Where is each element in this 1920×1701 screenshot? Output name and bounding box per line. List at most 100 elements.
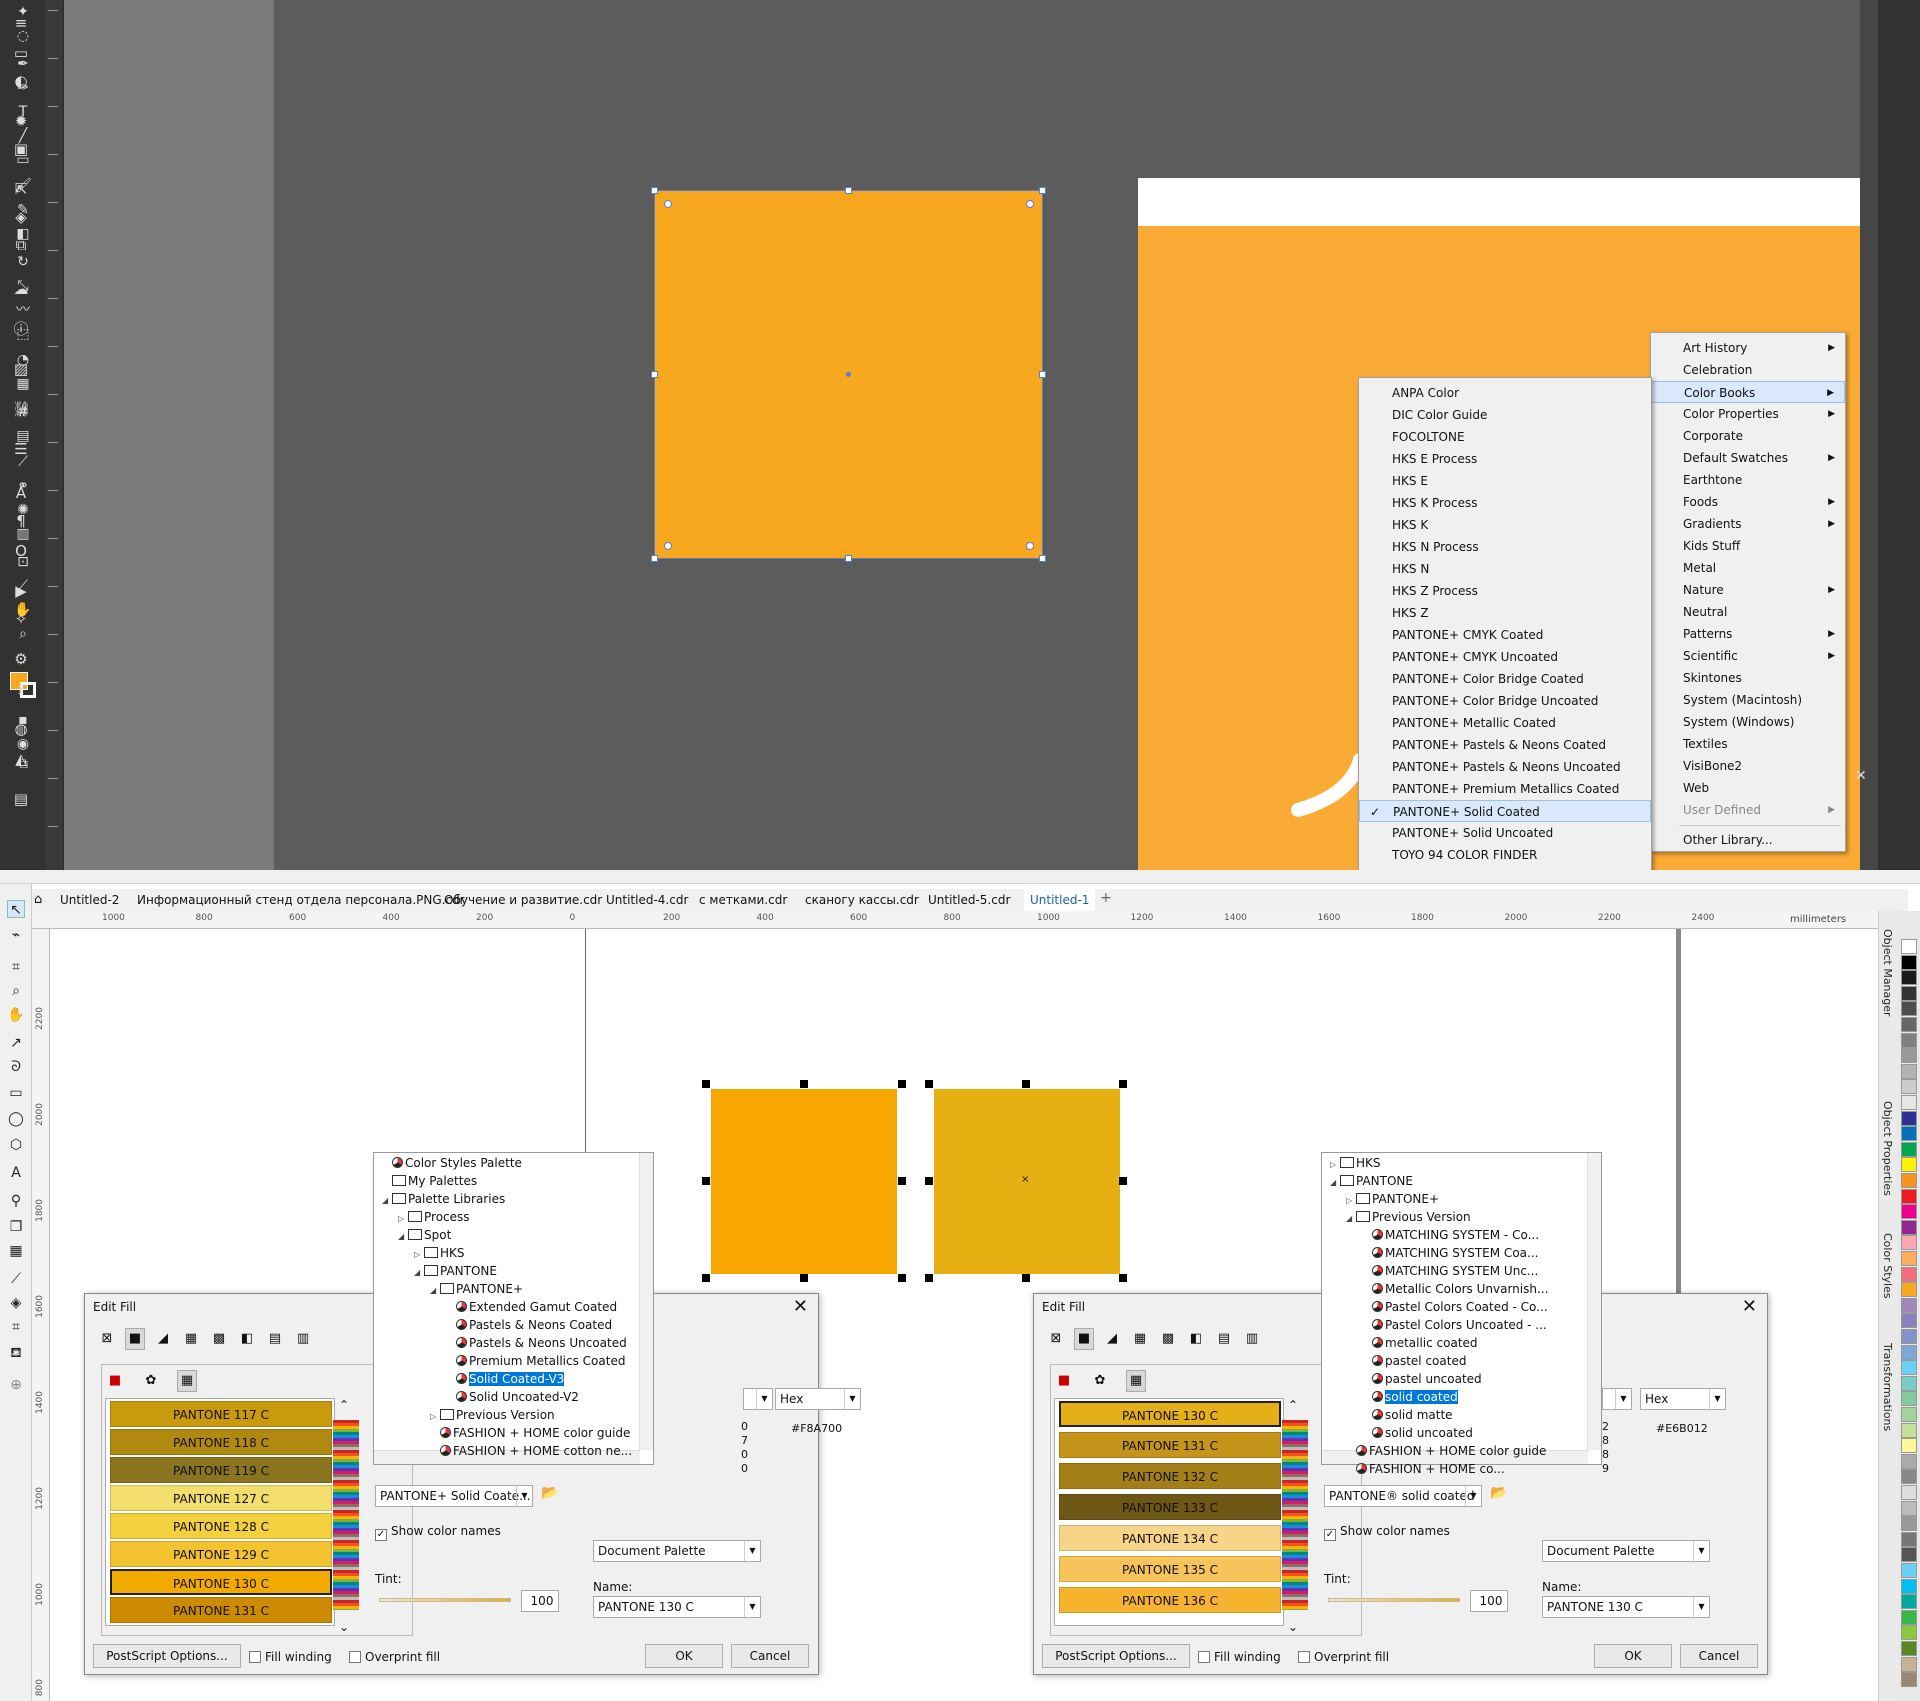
palette-swatch[interactable] bbox=[1901, 1469, 1917, 1485]
link-icon[interactable]: ⛓ bbox=[12, 400, 31, 418]
tree-node[interactable]: ▷ HKS bbox=[1330, 1154, 1381, 1172]
color-book-item[interactable]: HKS E bbox=[1359, 470, 1651, 492]
palette-swatch[interactable] bbox=[1901, 1407, 1917, 1422]
tree-node[interactable]: ◢ PANTONE+ bbox=[430, 1280, 523, 1298]
hex-value[interactable]: #E6B012 bbox=[1656, 1422, 1708, 1435]
home-icon[interactable]: ⌂ bbox=[34, 892, 42, 907]
library-menu-item[interactable]: Color Books ▶ bbox=[1651, 381, 1845, 403]
show-names-checkbox[interactable]: ✓ Show color names bbox=[375, 1524, 501, 1541]
library-menu-item[interactable]: Corporate bbox=[1651, 425, 1845, 447]
tree-node[interactable]: Extended Gamut Coated bbox=[446, 1298, 617, 1316]
palette-select[interactable]: PANTONE+ Solid Coate... ▼ bbox=[375, 1485, 533, 1507]
selection-handle[interactable] bbox=[925, 1177, 933, 1185]
settings-icon[interactable]: ⚙ bbox=[12, 650, 30, 668]
library-menu-item[interactable]: Kids Stuff bbox=[1651, 535, 1845, 557]
color-book-item[interactable]: HKS E Process bbox=[1359, 448, 1651, 470]
tree-node[interactable]: ◢ Previous Version bbox=[1346, 1208, 1471, 1226]
palette-swatch[interactable] bbox=[1901, 1282, 1917, 1298]
add-tab-icon[interactable]: + bbox=[1100, 890, 1112, 906]
tree-node[interactable]: ◢ PANTONE bbox=[1330, 1172, 1413, 1190]
blend-tool-icon[interactable]: ⚲ bbox=[7, 1192, 25, 1210]
palette-swatch[interactable] bbox=[1901, 1266, 1917, 1282]
navigator-icon[interactable]: ◭ bbox=[12, 750, 30, 768]
tree-node[interactable]: Pastels & Neons Coated bbox=[446, 1316, 612, 1334]
color-mixers-icon[interactable]: ✿ bbox=[141, 1370, 161, 1392]
ok-button[interactable]: OK bbox=[1594, 1644, 1672, 1668]
swatch-row[interactable]: PANTONE 119 C bbox=[110, 1457, 332, 1483]
swatch-row[interactable]: PANTONE 136 C bbox=[1059, 1587, 1281, 1613]
docker-tab[interactable]: Color Styles bbox=[1881, 1233, 1894, 1299]
palette-swatch[interactable] bbox=[1901, 939, 1917, 954]
selection-handle[interactable] bbox=[702, 1080, 710, 1088]
color-palettes-icon[interactable]: ▦ bbox=[1126, 1370, 1146, 1392]
document-tab[interactable]: Untitled-1 bbox=[1024, 889, 1096, 911]
selection-handle[interactable] bbox=[1039, 555, 1046, 562]
swatch-row[interactable]: PANTONE 131 C bbox=[110, 1597, 332, 1623]
scroll-down-icon[interactable]: ⌄ bbox=[1288, 1620, 1298, 1634]
no-fill-icon[interactable]: ⊠ bbox=[97, 1328, 117, 1350]
expanded-icon[interactable]: ◢ bbox=[430, 1282, 440, 1300]
tree-node[interactable]: Color Styles Palette bbox=[382, 1154, 522, 1172]
palette-swatch[interactable] bbox=[1901, 1017, 1917, 1032]
color-models-icon[interactable]: ■ bbox=[105, 1370, 125, 1392]
palette-swatch[interactable] bbox=[1901, 1141, 1917, 1157]
palette-swatch[interactable] bbox=[1901, 1547, 1917, 1563]
pan-tool-icon[interactable]: ✋ bbox=[7, 1006, 25, 1024]
align-icon[interactable]: ☰ bbox=[12, 440, 30, 458]
cloud-icon[interactable]: ☁ bbox=[12, 280, 30, 298]
document-tab[interactable]: с метками.cdr bbox=[693, 889, 793, 911]
color-palettes-icon[interactable]: ▦ bbox=[177, 1370, 197, 1392]
color-book-item[interactable]: PANTONE+ Solid Uncoated bbox=[1359, 822, 1651, 844]
selection-handle[interactable] bbox=[898, 1274, 906, 1282]
ok-button[interactable]: OK bbox=[645, 1644, 723, 1668]
selection-handle[interactable] bbox=[702, 1177, 710, 1185]
tint-slider[interactable] bbox=[379, 1598, 511, 1602]
add-tool-icon[interactable]: ⊕ bbox=[7, 1376, 25, 1394]
tint-value[interactable]: 100 bbox=[521, 1590, 559, 1612]
tree-scrollbar[interactable] bbox=[639, 1153, 653, 1450]
color-book-item[interactable]: TOYO 94 COLOR FINDER bbox=[1359, 844, 1651, 866]
mesh-fill-icon[interactable]: ⌗ bbox=[7, 1318, 25, 1336]
palette-swatch[interactable] bbox=[1901, 1578, 1917, 1594]
selection-handle[interactable] bbox=[1119, 1080, 1127, 1088]
library-menu-item[interactable]: Neutral bbox=[1651, 601, 1845, 623]
tree-node[interactable]: FASHION + HOME color guide bbox=[430, 1424, 630, 1442]
tree-node[interactable]: Premium Metallics Coated bbox=[446, 1352, 625, 1370]
corner-radius-handle[interactable] bbox=[664, 200, 672, 208]
vector-pattern-icon[interactable]: ▦ bbox=[1130, 1328, 1150, 1350]
palette-swatch[interactable] bbox=[1901, 1313, 1917, 1329]
tree-node[interactable]: MATCHING SYSTEM Unc... bbox=[1362, 1262, 1538, 1280]
postscript-fill-icon[interactable]: ▥ bbox=[293, 1328, 313, 1350]
texture-fill-icon[interactable]: ▤ bbox=[1214, 1328, 1234, 1350]
palette-swatch[interactable] bbox=[1901, 1110, 1917, 1126]
color-book-item[interactable]: HKS Z Process bbox=[1359, 580, 1651, 602]
tree-node[interactable]: FASHION + HOME cotton ne... bbox=[430, 1442, 632, 1460]
no-fill-icon[interactable]: ⊠ bbox=[1046, 1328, 1066, 1350]
expanded-icon[interactable]: ◢ bbox=[382, 1192, 392, 1210]
palette-swatch[interactable] bbox=[1901, 1422, 1917, 1438]
swatch-row[interactable]: PANTONE 130 C bbox=[110, 1569, 332, 1595]
pick-tool-icon[interactable]: ↖ bbox=[7, 900, 25, 918]
expanded-icon[interactable]: ◢ bbox=[398, 1228, 408, 1246]
palette-swatch[interactable] bbox=[1901, 1500, 1917, 1516]
library-menu-item[interactable]: Foods ▶ bbox=[1651, 491, 1845, 513]
library-menu-item[interactable]: Metal bbox=[1651, 557, 1845, 579]
scroll-up-icon[interactable]: ⌃ bbox=[339, 1398, 349, 1412]
layers-icon[interactable]: ▭ bbox=[12, 44, 30, 62]
color-book-item[interactable]: HKS K Process bbox=[1359, 492, 1651, 514]
color-book-item[interactable]: ✓ PANTONE+ Solid Coated bbox=[1359, 800, 1651, 822]
library-menu-item[interactable]: Default Swatches ▶ bbox=[1651, 447, 1845, 469]
tree-node[interactable]: Pastel Colors Coated - Co... bbox=[1362, 1298, 1548, 1316]
palette-swatch[interactable] bbox=[1901, 1375, 1917, 1391]
color-book-item[interactable]: HKS N Process bbox=[1359, 536, 1651, 558]
brush-panel-icon[interactable]: ✧ bbox=[12, 610, 30, 628]
selection-handle[interactable] bbox=[845, 187, 852, 194]
selection-handle[interactable] bbox=[651, 555, 658, 562]
selection-handle[interactable] bbox=[1022, 1080, 1030, 1088]
tree-node[interactable]: Solid Uncoated-V2 bbox=[446, 1388, 579, 1406]
swatch-row[interactable]: PANTONE 131 C bbox=[1059, 1432, 1281, 1458]
two-color-pattern-icon[interactable]: ◧ bbox=[237, 1328, 257, 1350]
fill-winding-checkbox[interactable]: Fill winding bbox=[1198, 1650, 1281, 1664]
selection-handle[interactable] bbox=[1039, 371, 1046, 378]
palette-swatch[interactable] bbox=[1901, 954, 1917, 970]
